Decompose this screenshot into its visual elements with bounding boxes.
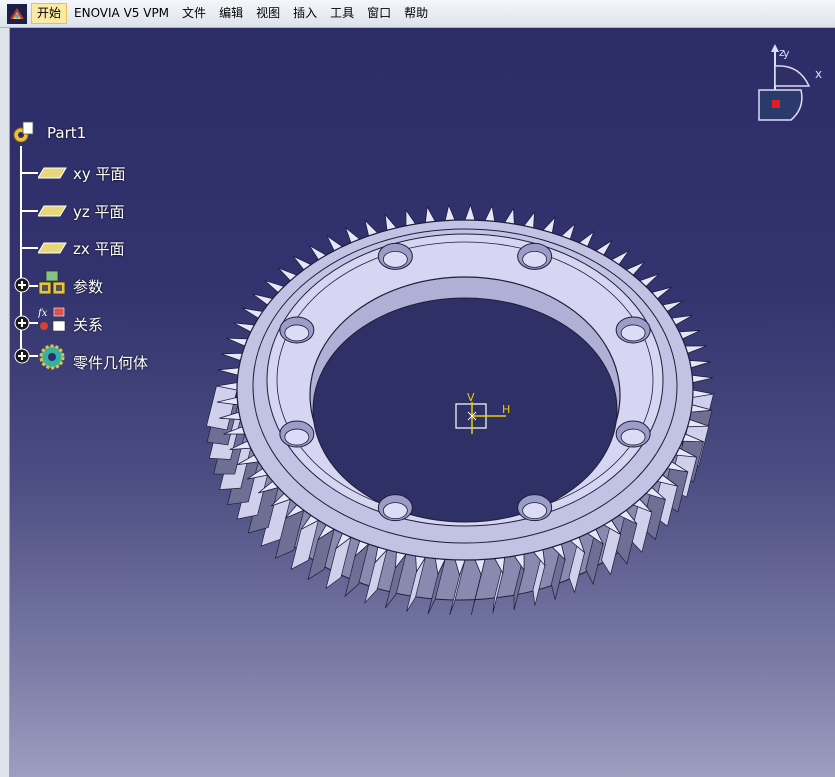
expand-plus-icon[interactable] <box>14 277 30 293</box>
menu-enovia[interactable]: ENOVIA V5 VPM <box>68 3 175 24</box>
gear-tooth <box>226 337 249 347</box>
compass-y-label: y <box>783 47 790 60</box>
gear-tooth <box>424 205 436 224</box>
gear-tooth <box>464 203 476 221</box>
expand-plus-icon[interactable] <box>14 315 30 331</box>
menu-help[interactable]: 帮助 <box>398 3 434 24</box>
gear-tooth <box>444 203 456 222</box>
svg-text:fx: fx <box>38 308 48 319</box>
menu-tools[interactable]: 工具 <box>324 3 360 24</box>
gear-tooth <box>217 367 240 376</box>
triad-v-label: V <box>467 391 475 404</box>
bolt-hole-bottom <box>522 250 548 268</box>
gear-tooth <box>221 352 243 361</box>
gear-tooth <box>484 204 496 222</box>
plane-icon <box>38 242 67 254</box>
axis-triad: V H <box>455 391 510 434</box>
bolt-hole-bottom <box>620 428 646 446</box>
specification-tree: Part1 xy 平面 yz 平面 zx 平面 参数 fx 关系 零件几何体 <box>10 112 180 382</box>
relations-icon: fx <box>38 307 66 332</box>
bolt-hole-bottom <box>522 502 548 520</box>
tree-item-part-body[interactable]: 零件几何体 <box>73 352 148 373</box>
menu-file[interactable]: 文件 <box>176 3 212 24</box>
tree-root-part1[interactable]: Part1 <box>47 124 86 142</box>
plane-icon <box>38 167 67 179</box>
menu-bar: 开始 ENOVIA V5 VPM 文件 编辑 视图 插入 工具 窗口 帮助 <box>0 0 835 28</box>
menu-insert[interactable]: 插入 <box>287 3 323 24</box>
bolt-hole-bottom <box>284 324 310 342</box>
tree-item-parameters[interactable]: 参数 <box>73 276 103 297</box>
gear-tooth <box>691 374 714 384</box>
catia-logo-icon[interactable] <box>7 3 27 24</box>
triad-h-label: H <box>502 403 510 416</box>
plane-icon <box>38 205 67 217</box>
window-frame-left <box>0 28 10 777</box>
part-body-icon <box>39 344 65 370</box>
parameters-icon <box>38 270 66 295</box>
part-icon[interactable] <box>11 121 35 145</box>
tree-item-relations[interactable]: 关系 <box>73 314 103 335</box>
bolt-hole-bottom <box>620 324 646 342</box>
bolt-hole-bottom <box>382 502 408 520</box>
menu-view[interactable]: 视图 <box>250 3 286 24</box>
menu-window[interactable]: 窗口 <box>361 3 397 24</box>
compass-x-label: x <box>815 67 822 81</box>
gear-tooth <box>689 360 711 369</box>
tree-item-xy-plane[interactable]: xy 平面 <box>73 163 126 184</box>
bolt-hole-bottom <box>382 250 408 268</box>
compass-widget[interactable]: z y x <box>745 42 835 127</box>
menu-start[interactable]: 开始 <box>31 3 68 24</box>
tree-item-yz-plane[interactable]: yz 平面 <box>73 201 125 222</box>
gear-tooth <box>684 345 707 354</box>
tree-item-zx-plane[interactable]: zx 平面 <box>73 238 125 259</box>
bolt-hole-bottom <box>284 428 310 446</box>
gear-tooth <box>503 206 515 225</box>
gear-tooth <box>405 208 417 227</box>
menu-edit[interactable]: 编辑 <box>213 3 249 24</box>
expand-plus-icon[interactable] <box>14 348 30 364</box>
